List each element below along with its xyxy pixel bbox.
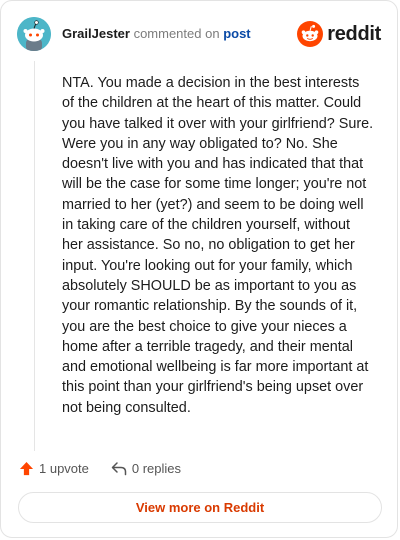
- upvote-arrow-icon: [19, 461, 34, 475]
- avatar[interactable]: [17, 17, 51, 51]
- post-link[interactable]: post: [223, 26, 250, 41]
- reply-count: 0 replies: [131, 460, 182, 476]
- commented-on-text: commented on: [133, 26, 220, 41]
- comment-body: NTA. You made a decision in the best int…: [62, 75, 374, 416]
- view-more-button[interactable]: View more on Reddit: [18, 492, 382, 523]
- reddit-brand[interactable]: reddit: [297, 21, 381, 47]
- comment-actions: 1 upvote 0 replies: [19, 458, 203, 478]
- thread-line: [34, 61, 35, 451]
- reddit-wordmark: reddit: [327, 22, 381, 45]
- snoo-avatar-icon: [17, 17, 51, 51]
- upvote-button[interactable]: 1 upvote: [19, 461, 89, 476]
- reddit-logo-icon: [297, 21, 324, 47]
- comment-header: GrailJester commented on post reddit: [17, 17, 381, 51]
- author-name[interactable]: GrailJester: [62, 26, 130, 41]
- upvote-count: 1 upvote: [39, 460, 89, 476]
- replies-button[interactable]: 0 replies: [111, 461, 181, 476]
- comment-meta: GrailJester commented on post: [62, 26, 251, 42]
- comment-card: GrailJester commented on post reddit NTA…: [0, 0, 398, 538]
- reply-arrow-icon: [111, 461, 127, 475]
